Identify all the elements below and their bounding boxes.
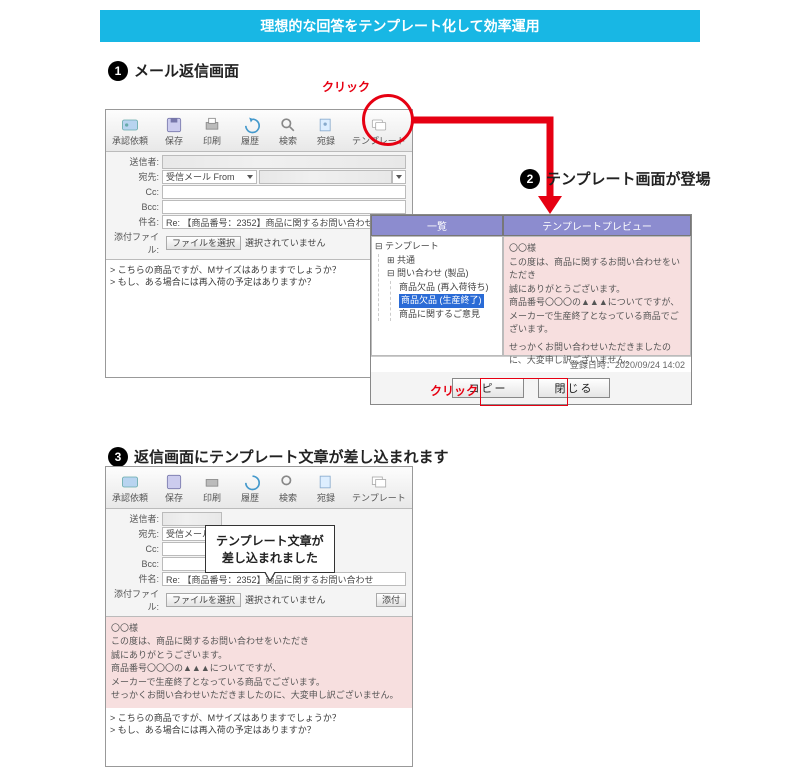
tree-item[interactable]: 商品欠品 (再入荷待ち) xyxy=(399,281,499,295)
template-button-row: コピー 閉じる xyxy=(371,372,691,404)
step1-bullet: 1 xyxy=(108,61,128,81)
step1-title: メール返信画面 xyxy=(134,60,239,81)
from-input[interactable] xyxy=(162,155,406,169)
to-label: 宛先: xyxy=(112,527,162,540)
step3-heading: 3 返信画面にテンプレート文章が差し込まれます xyxy=(108,446,449,467)
template-tree[interactable]: ⊟ テンプレート ⊞ 共通 ⊟ 問い合わせ (製品) 商品欠品 (再入荷待ち) … xyxy=(371,236,503,356)
click-label-2: クリック xyxy=(430,382,478,399)
subject-label: 件名: xyxy=(112,572,162,585)
template-dialog: 一覧 テンプレートプレビュー ⊟ テンプレート ⊞ 共通 ⊟ 問い合わせ (製品… xyxy=(370,214,692,405)
banner: 理想的な回答をテンプレート化して効率運用 xyxy=(100,10,700,42)
speech-bubble: テンプレート文章が 差し込まれました xyxy=(205,525,335,573)
step1-heading: 1 メール返信画面 xyxy=(108,60,800,81)
list-column-header: 一覧 xyxy=(371,215,503,236)
print-button[interactable]: 印刷 xyxy=(200,114,224,147)
message-body[interactable]: 〇〇様 この度は、商品に関するお問い合わせをいただき 誠にありがとうございます。… xyxy=(106,616,412,766)
cc-label: Cc: xyxy=(112,187,162,197)
step2-title: テンプレート画面が登場 xyxy=(546,168,711,189)
step3-bullet: 3 xyxy=(108,447,128,467)
choose-file-button[interactable]: ファイルを選択 xyxy=(166,236,241,250)
from-input[interactable] xyxy=(162,512,222,526)
step3-title: 返信画面にテンプレート文章が差し込まれます xyxy=(134,446,449,467)
attach-label: 添付ファイル: xyxy=(112,587,162,613)
from-label: 送信者: xyxy=(112,155,162,168)
subject-label: 件名: xyxy=(112,215,162,228)
click-label-1: クリック xyxy=(322,78,370,95)
undo-button[interactable]: 履歴 xyxy=(238,471,262,504)
tree-item-selected[interactable]: 商品欠品 (生産終了) xyxy=(399,294,484,308)
preview-column-header: テンプレートプレビュー xyxy=(503,215,691,236)
approve-button[interactable]: 承認依頼 xyxy=(112,471,148,504)
toolbar: 承認依頼 保存 印刷 履歴 検索 宛録 テンプレート xyxy=(106,467,412,509)
mail-composer-2: 承認依頼 保存 印刷 履歴 検索 宛録 テンプレート 送信者: 宛先:受信メール… xyxy=(105,466,413,767)
template-preview: 〇〇様 この度は、商品に関するお問い合わせをいただき 誠にありがとうございます。… xyxy=(503,236,691,356)
to-extra-select[interactable] xyxy=(392,170,406,184)
to-input[interactable] xyxy=(259,170,392,184)
cc-label: Cc: xyxy=(112,544,162,554)
quoted-line: > こちらの商品ですが、Mサイズはありますでしょうか？ xyxy=(110,264,408,277)
attach-none-text: 選択されていません xyxy=(245,593,372,606)
quoted-line: > こちらの商品ですが、Mサイズはありますでしょうか？ xyxy=(110,712,408,725)
mail-composer-1: 承認依頼 保存 印刷 履歴 検索 宛録 テンプレート 送信者: 宛先:受信メール… xyxy=(105,109,413,378)
bcc-input[interactable] xyxy=(162,200,406,214)
template-button[interactable]: テンプレート xyxy=(352,114,406,147)
step2-heading: 2 テンプレート画面が登場 xyxy=(520,168,711,189)
attach-none-text: 選択されていません xyxy=(245,236,372,249)
undo-button[interactable]: 履歴 xyxy=(238,114,262,147)
print-button[interactable]: 印刷 xyxy=(200,471,224,504)
template-button[interactable]: テンプレート xyxy=(352,471,406,504)
attach-label: 添付ファイル: xyxy=(112,230,162,256)
toolbar: 承認依頼 保存 印刷 履歴 検索 宛録 テンプレート xyxy=(106,110,412,152)
cc-input[interactable] xyxy=(162,185,406,199)
message-body[interactable]: > こちらの商品ですが、Mサイズはありますでしょうか？ > もし、ある場合には再… xyxy=(106,259,412,377)
inserted-template-text: 〇〇様 この度は、商品に関するお問い合わせをいただき 誠にありがとうございます。… xyxy=(106,617,412,708)
from-label: 送信者: xyxy=(112,512,162,525)
bcc-label: Bcc: xyxy=(112,202,162,212)
addressbook-button[interactable]: 宛録 xyxy=(314,114,338,147)
subject-input[interactable]: Re: 【商品番号：2352】商品に関するお問い合わせ xyxy=(162,572,406,586)
approve-button[interactable]: 承認依頼 xyxy=(112,114,148,147)
to-label: 宛先: xyxy=(112,170,162,183)
header-fields: 送信者: 宛先:受信メール From Cc: Bcc: 件名:Re: 【商品番号… xyxy=(106,152,412,259)
quoted-line: > もし、ある場合には再入荷の予定はありますか？ xyxy=(110,276,408,289)
search-button[interactable]: 検索 xyxy=(276,471,300,504)
tree-item[interactable]: 商品に関するご意見 xyxy=(399,308,499,322)
step2-bullet: 2 xyxy=(520,169,540,189)
save-button[interactable]: 保存 xyxy=(162,114,186,147)
to-select[interactable]: 受信メール From xyxy=(162,170,257,184)
save-button[interactable]: 保存 xyxy=(162,471,186,504)
addressbook-button[interactable]: 宛録 xyxy=(314,471,338,504)
attach-button[interactable]: 添付 xyxy=(376,593,406,607)
quoted-line: > もし、ある場合には再入荷の予定はありますか？ xyxy=(110,724,408,737)
bcc-label: Bcc: xyxy=(112,559,162,569)
search-button[interactable]: 検索 xyxy=(276,114,300,147)
choose-file-button[interactable]: ファイルを選択 xyxy=(166,593,241,607)
close-button[interactable]: 閉じる xyxy=(538,378,610,398)
